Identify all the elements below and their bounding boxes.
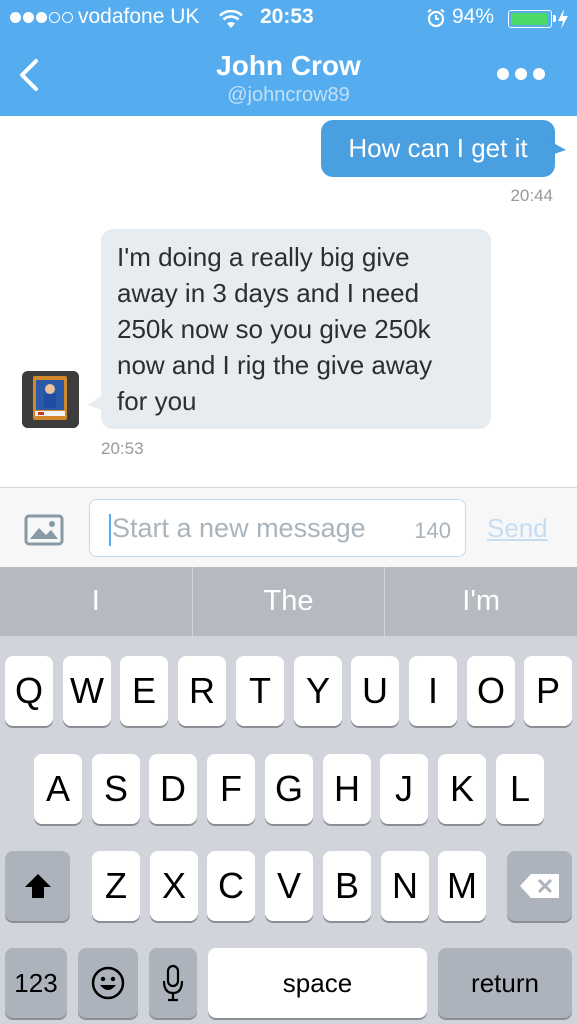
key-u[interactable]: U	[351, 656, 399, 726]
microphone-key[interactable]	[149, 948, 197, 1018]
image-icon[interactable]	[24, 514, 64, 546]
key-o[interactable]: O	[467, 656, 515, 726]
incoming-message-line: away in 3 days and I need	[117, 278, 420, 308]
microphone-icon	[162, 964, 184, 1002]
signal-strength-icon	[10, 12, 73, 23]
key-x[interactable]: X	[150, 851, 198, 921]
key-d[interactable]: D	[149, 754, 197, 824]
key-h[interactable]: H	[323, 754, 371, 824]
character-count: 140	[414, 518, 451, 543]
key-s[interactable]: S	[92, 754, 140, 824]
suggestion-bar: I The I'm	[0, 567, 577, 636]
key-f[interactable]: F	[207, 754, 255, 824]
avatar[interactable]	[22, 371, 79, 428]
message-input[interactable]: Start a new message 140	[89, 499, 466, 557]
key-n[interactable]: N	[381, 851, 429, 921]
emoji-key[interactable]	[78, 948, 138, 1018]
outgoing-message-bubble[interactable]: How can I get it	[321, 120, 555, 177]
space-key[interactable]: space	[208, 948, 427, 1018]
charging-icon	[558, 9, 568, 29]
key-e[interactable]: E	[120, 656, 168, 726]
message-composer: Start a new message 140 Send	[0, 487, 577, 567]
outgoing-message-text: How can I get it	[348, 133, 528, 163]
key-j[interactable]: J	[380, 754, 428, 824]
suggestion-1[interactable]: I	[0, 567, 193, 636]
message-placeholder: Start a new message	[112, 513, 366, 543]
numbers-key[interactable]: 123	[5, 948, 67, 1018]
text-cursor	[109, 514, 111, 546]
outgoing-message-time: 20:44	[510, 186, 553, 205]
battery-level-fill	[511, 13, 547, 25]
key-r[interactable]: R	[178, 656, 226, 726]
key-q[interactable]: Q	[5, 656, 53, 726]
backspace-key[interactable]	[507, 851, 572, 921]
key-t[interactable]: T	[236, 656, 284, 726]
battery-percentage: 94%	[452, 5, 495, 28]
incoming-message-time: 20:53	[101, 439, 144, 458]
top-bar: vodafone UK 20:53 94% John Crow @johncro…	[0, 0, 577, 116]
key-l[interactable]: L	[496, 754, 544, 824]
key-y[interactable]: Y	[294, 656, 342, 726]
send-button[interactable]: Send	[487, 513, 548, 544]
incoming-message-line: 250k now so you give 250k	[117, 314, 431, 344]
key-k[interactable]: K	[438, 754, 486, 824]
keyboard: I The I'm QWERTYUIOPASDFGHJKLZXCVBNM 123…	[0, 567, 577, 1024]
status-time: 20:53	[260, 5, 314, 28]
key-a[interactable]: A	[34, 754, 82, 824]
conversation-handle: @johncrow89	[227, 84, 350, 106]
conversation-title: John Crow	[216, 50, 361, 81]
key-c[interactable]: C	[207, 851, 255, 921]
key-m[interactable]: M	[438, 851, 486, 921]
return-key[interactable]: return	[438, 948, 572, 1018]
outgoing-bubble-tail	[548, 140, 566, 156]
suggestion-2[interactable]: The	[193, 567, 386, 636]
shift-key[interactable]	[5, 851, 70, 921]
incoming-message-line: I'm doing a really big give	[117, 242, 410, 272]
battery-icon	[508, 10, 556, 28]
avatar-image	[22, 371, 79, 428]
shift-icon	[24, 874, 51, 898]
key-z[interactable]: Z	[92, 851, 140, 921]
key-i[interactable]: I	[409, 656, 457, 726]
key-b[interactable]: B	[323, 851, 371, 921]
alarm-icon	[427, 8, 445, 28]
incoming-message-bubble[interactable]: I'm doing a really big give away in 3 da…	[101, 229, 491, 429]
more-icon[interactable]	[497, 68, 545, 80]
key-g[interactable]: G	[265, 754, 313, 824]
carrier-name: vodafone UK	[78, 5, 200, 28]
incoming-message-line: for you	[117, 386, 197, 416]
key-v[interactable]: V	[265, 851, 313, 921]
key-w[interactable]: W	[63, 656, 111, 726]
incoming-message-line: now and I rig the give away	[117, 350, 433, 380]
backspace-icon	[519, 874, 559, 898]
suggestion-3[interactable]: I'm	[385, 567, 577, 636]
status-bar: vodafone UK 20:53 94%	[0, 0, 577, 38]
emoji-icon	[91, 966, 125, 1000]
wifi-icon	[219, 9, 243, 28]
key-p[interactable]: P	[524, 656, 572, 726]
